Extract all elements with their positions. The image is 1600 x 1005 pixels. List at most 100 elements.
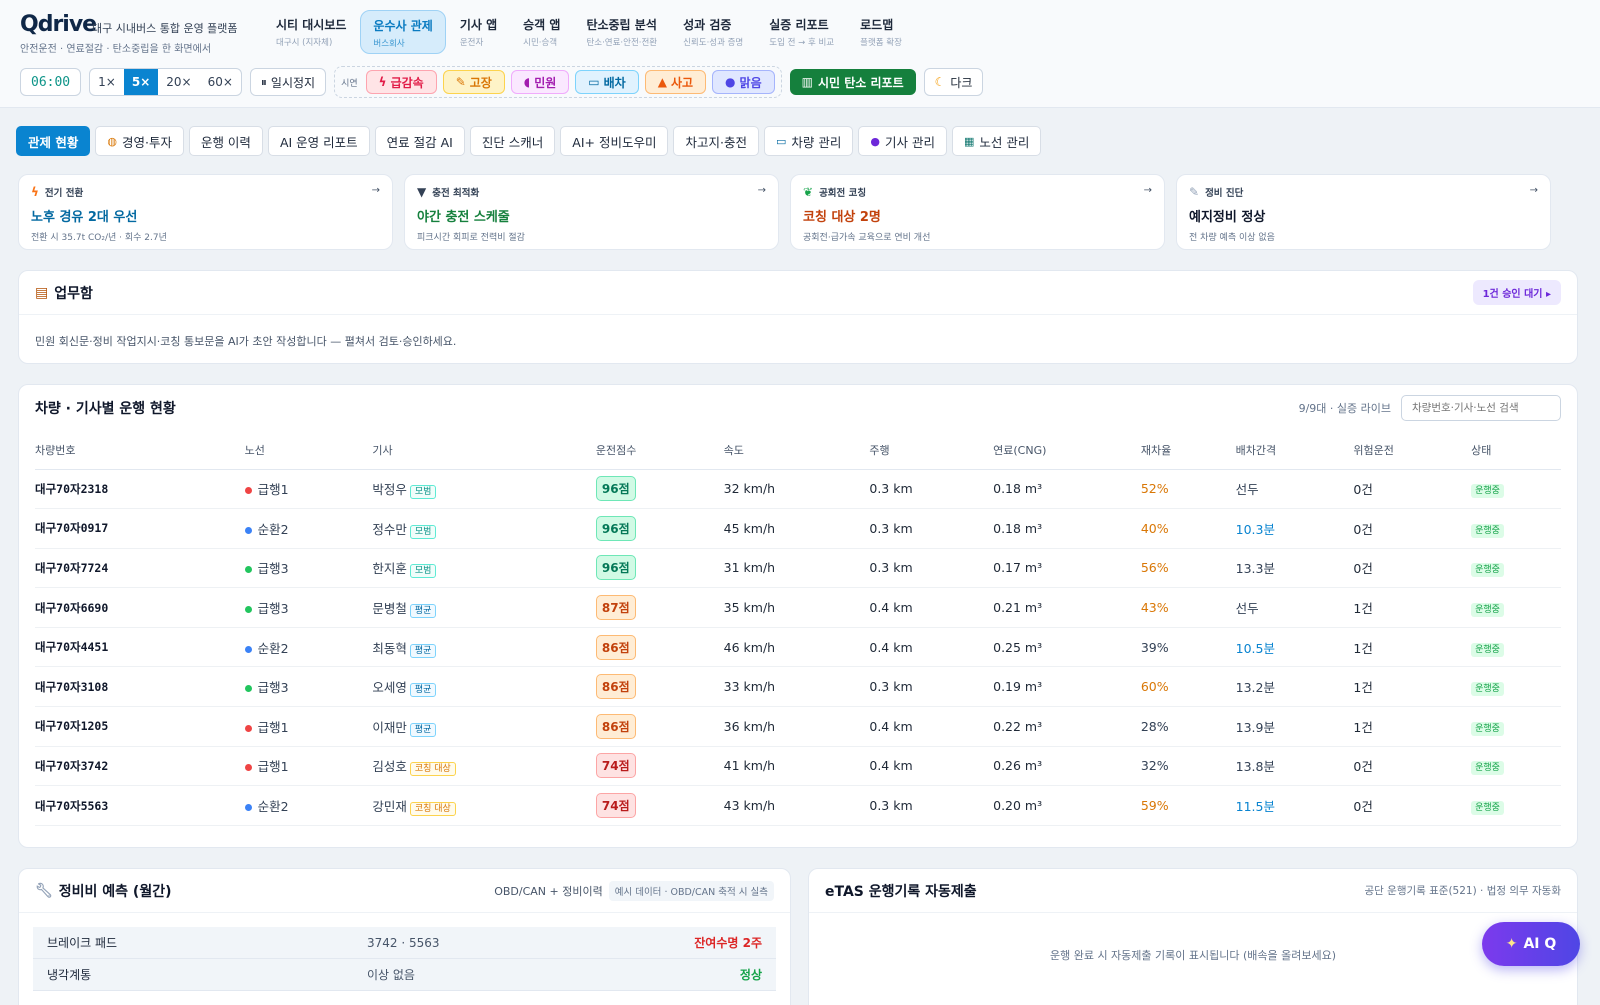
table-row[interactable]: 대구70자7724 급행3 한지훈 모범 96점 31 km/h 0.3 km 0.17 m³… — [35, 548, 1561, 589]
maintenance-row: 브레이크 패드 3742 · 5563 잔여수명 2주 — [33, 927, 776, 959]
driver-cell: 문병철 평균 — [372, 587, 596, 628]
nav-item-2[interactable]: 기사 앱운전자 — [448, 10, 509, 54]
score-cell: 74점 — [595, 785, 724, 826]
nav-item-subtitle: 운전자 — [459, 38, 484, 48]
headway-cell: 10.3분 — [1235, 508, 1354, 549]
speed-option[interactable]: 5× — [123, 69, 159, 95]
tab-2[interactable]: 운행 이력 — [188, 126, 263, 156]
scenario-label: 시연 — [341, 78, 358, 89]
card-label: 정비 진단 — [1205, 188, 1244, 199]
ai-assistant-button[interactable]: ✦ AI Q — [1482, 922, 1580, 966]
speed-option[interactable]: 60× — [200, 69, 241, 95]
status-cell: 운행중 — [1471, 548, 1561, 589]
column-header: 재차율 — [1140, 431, 1236, 470]
table-row[interactable]: 대구70자4451 순환2 최동혁 평균 86점 46 km/h 0.4 km 0.25 m³… — [35, 627, 1561, 668]
route-name: 급행1 — [257, 482, 289, 498]
table-row[interactable]: 대구70자0917 순환2 정수만 모범 96점 45 km/h 0.3 km 0.18 m³… — [35, 508, 1561, 549]
nav-item-0[interactable]: 시티 대시보드 대구시 (지자체) — [264, 10, 358, 54]
tab-3[interactable]: AI 운영 리포트 — [267, 126, 370, 156]
speed-cell: 36 km/h — [723, 706, 870, 747]
nav-item-title: 기사 앱 — [459, 18, 498, 32]
table-row[interactable]: 대구70자6690 급행3 문병철 평균 87점 35 km/h 0.4 km 0.21 m³… — [35, 587, 1561, 628]
arrow-right-icon: → — [371, 185, 380, 196]
insight-card[interactable]: ϟ 전기 전환 → 노후 경유 2대 우선 전환 시 35.7t CO₂/년 · 회수 … — [18, 174, 393, 250]
citizen-carbon-report-button[interactable]: ▥ 시민 탄소 리포트 — [789, 69, 916, 95]
tab-label: 차량 관리 — [791, 134, 842, 150]
maintenance-list: 브레이크 패드 3742 · 5563 잔여수명 2주 냉각계통 이상 없음 정상 — [19, 913, 790, 991]
dark-label: 다크 — [950, 75, 973, 90]
tab-label: AI+ 정비도우미 — [572, 134, 657, 150]
scenario-chip[interactable]: ▲ 사고 — [644, 70, 707, 94]
tab-10[interactable]: ▦ 노선 관리 — [951, 126, 1042, 156]
table-row[interactable]: 대구70자1205 급행1 이재만 평균 86점 36 km/h 0.4 km 0.22 m³… — [35, 706, 1561, 747]
scenario-chip[interactable]: ✎ 고장 — [442, 70, 505, 94]
tab-9[interactable]: ● 기사 관리 — [858, 126, 947, 156]
route-cell: 순환2 — [244, 785, 373, 826]
dark-mode-toggle[interactable]: ☾ 다크 — [923, 68, 984, 96]
tab-label: 기사 관리 — [884, 134, 935, 150]
nav-item-title: 로드맵 — [860, 18, 894, 32]
driver-name: 문병철 — [372, 601, 407, 617]
sim-controls: 06:00 1× 5× 20× 60× ⏸ 일시정지 시연 ϟ 급감속 ✎ 고장 ◖ 민원 ▭ 배차 ▲… — [20, 66, 984, 98]
pending-approval-button[interactable]: 1건 승인 대기 ▸ — [1472, 280, 1561, 305]
risk-cell: 0건 — [1353, 785, 1472, 826]
card-label-row: ▼ 충전 최적화 — [417, 185, 766, 199]
tab-8[interactable]: ▭ 차량 관리 — [763, 126, 854, 156]
tab-6[interactable]: AI+ 정비도우미 — [560, 126, 669, 156]
driver-grade-badge: 평균 — [409, 683, 437, 698]
table-row[interactable]: 대구70자3108 급행3 오세영 평균 86점 33 km/h 0.3 km 0.19 m³… — [35, 666, 1561, 708]
table-row[interactable]: 대구70자5563 순환2 강민재 코칭 대상 74점 43 km/h 0.3 km 0.20… — [35, 785, 1561, 826]
brand-logo[interactable]: Qdrive — [20, 12, 97, 37]
speed-option[interactable]: 1× — [90, 69, 124, 95]
score-badge: 86점 — [595, 674, 636, 700]
distance-cell: 0.4 km — [869, 746, 994, 787]
tab-4[interactable]: 연료 절감 AI — [374, 126, 465, 156]
fuel-cell: 0.22 m³ — [993, 706, 1141, 747]
bus-icon: ▭ — [775, 134, 787, 148]
tab-7[interactable]: 차고지·충전 — [673, 126, 759, 156]
driver-grade-badge: 코칭 대상 — [409, 802, 456, 817]
sim-clock: 06:00 — [20, 68, 82, 96]
tab-1[interactable]: ◍ 경영·투자 — [95, 126, 184, 156]
headway-cell: 선두 — [1235, 587, 1354, 628]
status-cell: 운행중 — [1471, 706, 1561, 747]
scenario-chip[interactable]: ◖ 민원 — [510, 70, 570, 94]
status-badge: 운행중 — [1471, 523, 1504, 538]
route-name: 급행3 — [257, 561, 289, 577]
fleet-search-input[interactable] — [1401, 395, 1561, 421]
scenario-chip[interactable]: ● 맑음 — [712, 70, 775, 94]
insight-cards: ϟ 전기 전환 → 노후 경유 2대 우선 전환 시 35.7t CO₂/년 · 회수 … — [18, 174, 1551, 250]
insight-card[interactable]: ❦ 공회전 코칭 → 코칭 대상 2명 공회전·급가속 교육으로 연비 개선 — [790, 174, 1165, 250]
score-badge: 74점 — [595, 793, 636, 819]
sun-icon: ● — [725, 75, 736, 89]
nav-item-5[interactable]: 성과 검증 신뢰도·성과 증명 — [671, 10, 755, 54]
score-badge: 96점 — [595, 476, 636, 502]
risk-cell: 1건 — [1353, 706, 1472, 747]
nav-item-6[interactable]: 실증 리포트 도입 전 → 후 비교 — [757, 10, 846, 54]
speed-option[interactable]: 20× — [158, 69, 199, 95]
speed-cell: 46 km/h — [723, 627, 870, 668]
route-dot — [244, 606, 252, 614]
scenario-chip[interactable]: ϟ 급감속 — [365, 70, 437, 94]
tab-0[interactable]: 관제 현황 — [16, 126, 91, 156]
speed-cell: 45 km/h — [723, 508, 870, 549]
nav-item-3[interactable]: 승객 앱 시민·승객 — [511, 10, 572, 54]
tab-5[interactable]: 진단 스캐너 — [469, 126, 556, 156]
score-cell: 96점 — [595, 469, 724, 510]
route-cell: 급행1 — [244, 746, 373, 787]
table-row[interactable]: 대구70자2318 급행1 박정우 모범 96점 32 km/h 0.3 km 0.18 m³… — [35, 469, 1561, 510]
clipboard-icon: ▤ — [35, 284, 49, 301]
insight-card[interactable]: ▼ 충전 최적화 → 야간 충전 스케줄 피크시간 회피로 전력비 절감 — [404, 174, 779, 250]
insight-card[interactable]: ✎ 정비 진단 → 예지정비 정상 전 차량 예측 이상 없음 — [1176, 174, 1551, 250]
route-dot — [244, 804, 252, 812]
scenario-chip[interactable]: ▭ 배차 — [575, 70, 639, 94]
nav-item-1[interactable]: 운수사 관제 버스회사 — [360, 10, 446, 54]
table-row[interactable]: 대구70자3742 급행1 김성호 코칭 대상 74점 41 km/h 0.4 km 0.26… — [35, 746, 1561, 787]
plug-icon: ▼ — [417, 185, 427, 199]
pause-button[interactable]: ⏸ 일시정지 — [249, 68, 327, 96]
wrench-icon: ✎ — [455, 75, 466, 89]
nav-item-7[interactable]: 로드맵 플랫폼 확장 — [848, 10, 914, 54]
nav-item-subtitle: 신뢰도·성과 증명 — [683, 38, 744, 48]
fuel-cell: 0.26 m³ — [993, 746, 1141, 787]
nav-item-4[interactable]: 탄소중립 분석 탄소·연료·안전·전환 — [574, 10, 669, 54]
